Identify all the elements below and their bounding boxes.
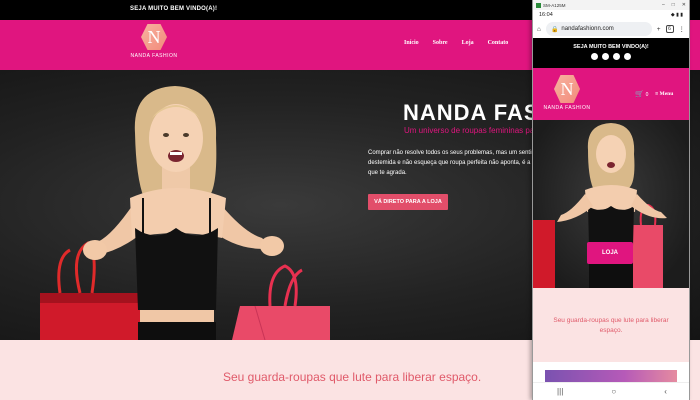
- cart-button[interactable]: 🛒 0: [635, 90, 648, 98]
- cart-icon: 🛒: [635, 91, 644, 98]
- url-bar[interactable]: 🔒 nandafashionn.com: [545, 22, 652, 36]
- nav-item-loja[interactable]: Loja: [462, 40, 474, 46]
- mobile-tagline-section: Seu guarda-roupas que lute para liberar …: [533, 288, 689, 362]
- social-icons: [533, 53, 689, 60]
- black-top: [135, 228, 218, 310]
- overflow-menu-icon[interactable]: ⋮: [679, 25, 686, 33]
- phone-status-bar: 16:04 ◆ ▮ ▮: [533, 10, 689, 20]
- window-titlebar: SM-A125M – □ ✕: [533, 0, 689, 10]
- left-hand: [83, 240, 107, 260]
- home-button-icon[interactable]: ○: [611, 387, 616, 396]
- menu-button[interactable]: ≡ Menu: [655, 91, 673, 97]
- main-nav: Início Sobre Loja Contato: [404, 40, 508, 46]
- instagram-icon[interactable]: [602, 53, 609, 60]
- right-hand: [260, 236, 284, 256]
- tagline-text: Seu guarda-roupas que lute para liberar …: [223, 370, 482, 384]
- mobile-welcome-text: SEJA MUITO BEM VINDO(A)!: [573, 44, 649, 50]
- phone-mirror-window: SM-A125M – □ ✕ 16:04 ◆ ▮ ▮ ⌂ 🔒 nandafash…: [532, 0, 690, 400]
- mobile-banner-image: [545, 370, 677, 382]
- screen: SEJA MUITO BEM VINDO(A)! N NANDA FASHION…: [0, 0, 700, 400]
- mobile-logo-hexagon-icon: N: [554, 75, 580, 103]
- site-logo[interactable]: N NANDA FASHION: [128, 24, 180, 64]
- mobile-hero: LOJA: [533, 120, 689, 288]
- mobile-logo-text: NANDA FASHION: [543, 105, 591, 111]
- hero-body-text: Comprar não resolve todos os seus proble…: [368, 150, 534, 176]
- go-to-shop-button[interactable]: VÁ DIRETO PARA A LOJA: [368, 194, 448, 210]
- new-tab-icon[interactable]: +: [657, 26, 661, 33]
- mobile-header: N NANDA FASHION 🛒 0 ≡ Menu: [533, 68, 689, 120]
- youtube-icon[interactable]: [613, 53, 620, 60]
- minimize-icon[interactable]: –: [662, 2, 665, 8]
- window-title: SM-A125M: [543, 2, 566, 8]
- logo-text: NANDA FASHION: [130, 53, 178, 59]
- url-text: nandafashionn.com: [561, 26, 614, 32]
- hero-image: [40, 86, 330, 340]
- mobile-logo[interactable]: N NANDA FASHION: [541, 75, 593, 111]
- nav-item-inicio[interactable]: Início: [404, 40, 419, 46]
- status-icons: ◆ ▮ ▮: [670, 12, 683, 18]
- hamburger-icon: ≡: [655, 91, 659, 97]
- shopping-bag-right: [232, 264, 330, 340]
- recents-icon[interactable]: |||: [557, 387, 563, 396]
- mobile-tagline-text: Seu guarda-roupas que lute para liberar …: [553, 317, 669, 334]
- tab-count-icon[interactable]: 6: [665, 25, 674, 33]
- app-icon: [536, 2, 541, 8]
- mail-icon[interactable]: [624, 53, 631, 60]
- status-time: 16:04: [539, 12, 553, 18]
- android-nav-bar: ||| ○ ‹: [533, 382, 689, 400]
- menu-label: Menu: [659, 91, 674, 97]
- cart-count: 0: [645, 92, 649, 98]
- mobile-shop-button[interactable]: LOJA: [587, 242, 633, 264]
- welcome-text: SEJA MUITO BEM VINDO(A)!: [130, 6, 218, 12]
- logo-hexagon-icon: N: [141, 24, 167, 50]
- back-icon[interactable]: ‹: [664, 387, 667, 396]
- hero-subtitle: Um universo de roupas femininas pa: [404, 126, 535, 135]
- browser-toolbar: ⌂ 🔒 nandafashionn.com + 6 ⋮: [533, 20, 689, 38]
- nav-item-sobre[interactable]: Sobre: [433, 40, 448, 46]
- facebook-icon[interactable]: [591, 53, 598, 60]
- mobile-welcome-bar: SEJA MUITO BEM VINDO(A)!: [533, 38, 689, 68]
- nav-item-contato[interactable]: Contato: [488, 40, 509, 46]
- maximize-icon[interactable]: □: [672, 2, 675, 8]
- home-icon[interactable]: ⌂: [537, 26, 541, 33]
- close-icon[interactable]: ✕: [682, 2, 686, 8]
- lock-icon: 🔒: [550, 26, 559, 33]
